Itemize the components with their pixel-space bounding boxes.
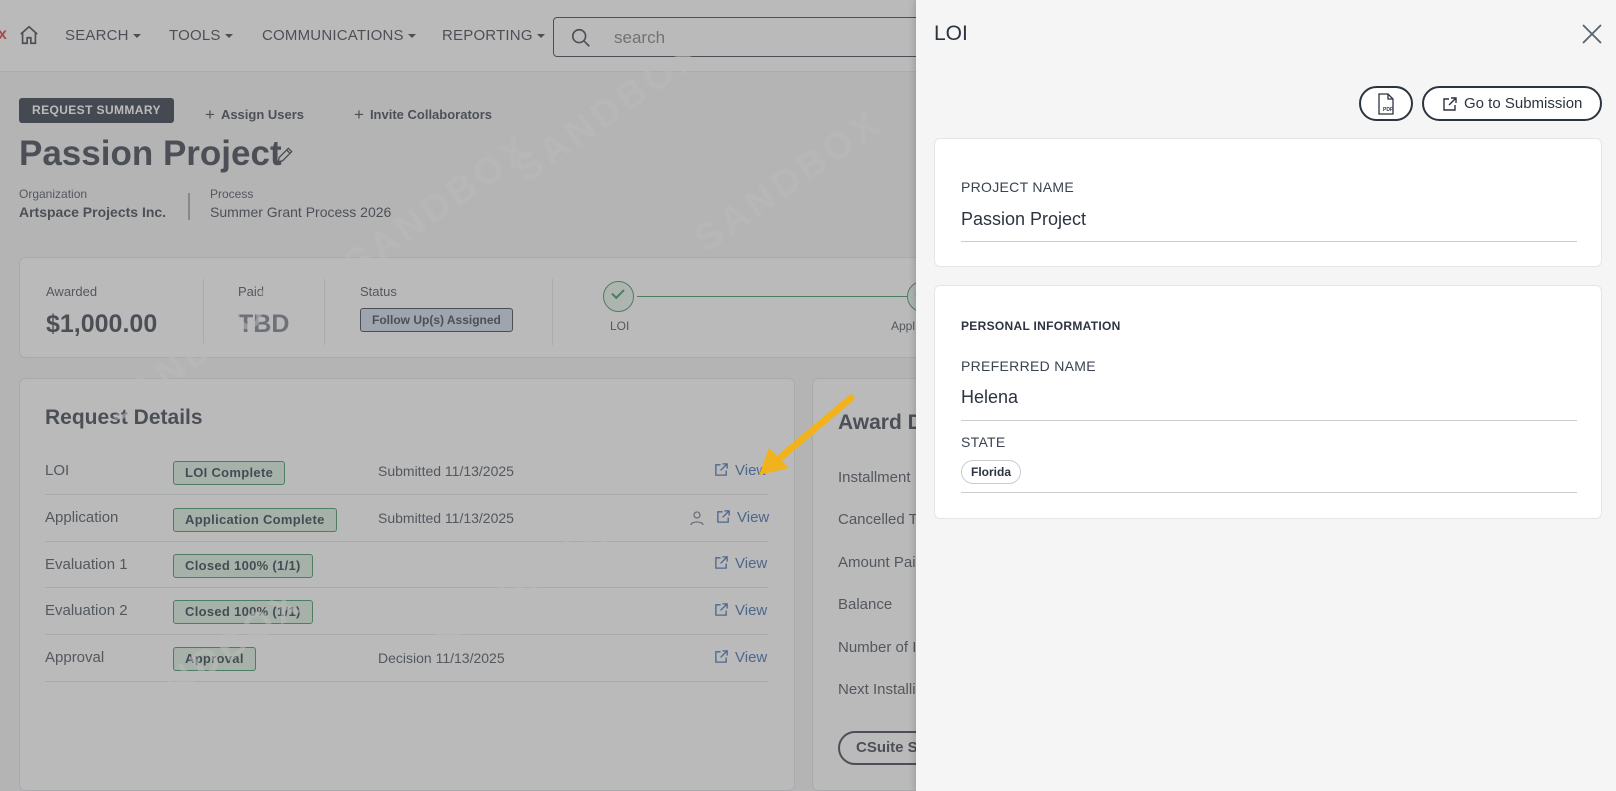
- field-divider: [961, 241, 1577, 242]
- state-chip: Florida: [961, 460, 1022, 484]
- project-name-label: PROJECT NAME: [961, 179, 1075, 195]
- loi-drawer: LOI PDF Go to Submission PROJECT NAME Pa…: [916, 0, 1616, 791]
- field-divider: [961, 420, 1577, 421]
- drawer-title: LOI: [934, 22, 968, 45]
- project-name-value: Passion Project: [961, 209, 1087, 229]
- pdf-icon-text: PDF: [1383, 107, 1393, 113]
- field-divider: [961, 492, 1577, 493]
- external-link-icon: [1443, 97, 1457, 111]
- go-to-submission-label: Go to Submission: [1464, 95, 1583, 112]
- personal-information-heading: PERSONAL INFORMATION: [961, 319, 1121, 333]
- go-to-submission-button[interactable]: Go to Submission: [1422, 86, 1602, 121]
- preferred-name-value: Helena: [961, 387, 1019, 407]
- state-label: STATE: [961, 434, 1006, 450]
- pdf-file-icon: PDF: [1378, 93, 1394, 115]
- personal-information-card: PERSONAL INFORMATION PREFERRED NAME Hele…: [934, 285, 1602, 519]
- close-icon[interactable]: [1581, 23, 1603, 45]
- annotation-arrow-icon: [759, 394, 855, 475]
- preferred-name-label: PREFERRED NAME: [961, 358, 1096, 374]
- download-pdf-button[interactable]: PDF: [1359, 86, 1413, 121]
- project-name-card: PROJECT NAME Passion Project: [934, 138, 1602, 267]
